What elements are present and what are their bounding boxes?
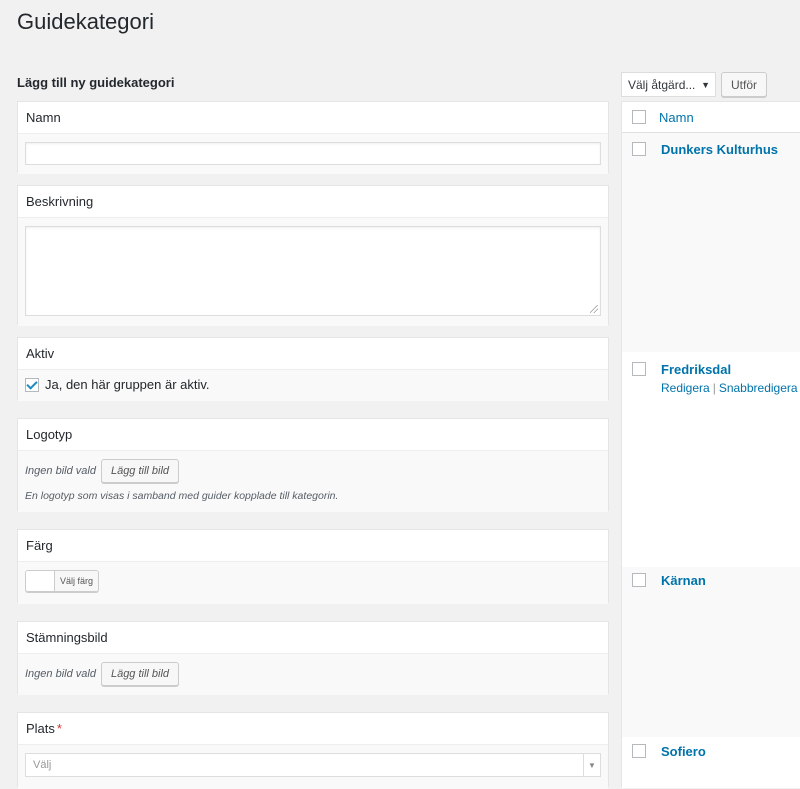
required-marker: * <box>56 721 62 736</box>
table-header: Namn <box>622 102 800 133</box>
name-input[interactable] <box>25 142 601 165</box>
logo-field-box: Logotyp Ingen bild vald Lägg till bild E… <box>17 418 609 512</box>
description-label: Beskrivning <box>18 186 608 218</box>
row-actions: Redigera|Snabbredigera| <box>661 381 798 395</box>
mood-image-add-button[interactable]: Lägg till bild <box>100 662 180 686</box>
bulk-action-value: Välj åtgärd... <box>628 77 696 92</box>
table-row: Dunkers Kulturhus <box>622 133 800 352</box>
active-field-box: Aktiv Ja, den här gruppen är aktiv. <box>17 337 609 401</box>
place-label-row: Plats * <box>18 713 608 745</box>
logo-label: Logotyp <box>18 419 608 451</box>
row-title-link[interactable]: Fredriksdal <box>661 362 731 377</box>
row-action-edit[interactable]: Redigera <box>661 381 710 395</box>
place-label: Plats <box>26 721 55 736</box>
category-table: Namn Dunkers Kulturhus Fredriksdal Redig… <box>621 101 800 788</box>
row-checkbox[interactable] <box>632 573 646 587</box>
description-field-box: Beskrivning <box>17 185 609 326</box>
row-title-link[interactable]: Dunkers Kulturhus <box>661 142 778 157</box>
chevron-down-icon[interactable]: ▼ <box>583 754 600 776</box>
table-row: Kärnan <box>622 567 800 737</box>
column-header-name[interactable]: Namn <box>659 110 694 125</box>
apply-button[interactable]: Utför <box>721 72 767 97</box>
place-select[interactable]: Välj ▼ <box>25 753 601 777</box>
page-title: Guidekategori <box>17 9 154 34</box>
place-field-box: Plats * Välj ▼ <box>17 712 609 789</box>
color-picker-button[interactable]: Välj färg <box>25 570 100 592</box>
select-all-checkbox[interactable] <box>632 110 646 124</box>
resize-grip-icon[interactable] <box>590 305 598 313</box>
row-action-quick-edit[interactable]: Snabbredigera <box>719 381 798 395</box>
add-form-heading: Lägg till ny guidekategori <box>17 75 175 90</box>
name-label: Namn <box>18 102 608 134</box>
name-field-box: Namn <box>17 101 609 174</box>
dropdown-arrow-icon[interactable]: ▼ <box>701 80 710 90</box>
logo-hint: En logotyp som visas i samband med guide… <box>25 490 339 502</box>
active-checkbox[interactable] <box>25 377 39 392</box>
color-label: Färg <box>18 530 608 562</box>
active-checkbox-row[interactable]: Ja, den här gruppen är aktiv. <box>25 377 601 392</box>
mood-image-label: Stämningsbild <box>18 622 608 654</box>
active-label: Aktiv <box>18 338 608 370</box>
logo-add-image-button[interactable]: Lägg till bild <box>100 459 180 483</box>
row-checkbox[interactable] <box>632 744 646 758</box>
color-swatch[interactable] <box>26 571 55 591</box>
mood-image-field-box: Stämningsbild Ingen bild vald Lägg till … <box>17 621 609 695</box>
row-title-link[interactable]: Sofiero <box>661 744 706 759</box>
row-checkbox[interactable] <box>632 362 646 376</box>
mood-image-status: Ingen bild vald <box>25 668 96 680</box>
logo-status: Ingen bild vald <box>25 465 96 477</box>
row-checkbox[interactable] <box>632 142 646 156</box>
row-title-link[interactable]: Kärnan <box>661 573 706 588</box>
table-row: Sofiero <box>622 737 800 788</box>
place-select-placeholder: Välj <box>33 759 52 771</box>
bulk-action-select[interactable]: Välj åtgärd... ▼ <box>621 72 716 97</box>
active-checkbox-label: Ja, den här gruppen är aktiv. <box>45 377 210 392</box>
color-field-box: Färg Välj färg <box>17 529 609 604</box>
description-textarea[interactable] <box>25 226 601 316</box>
color-picker-label: Välj färg <box>55 571 99 591</box>
table-row: Fredriksdal Redigera|Snabbredigera| <box>622 352 800 567</box>
